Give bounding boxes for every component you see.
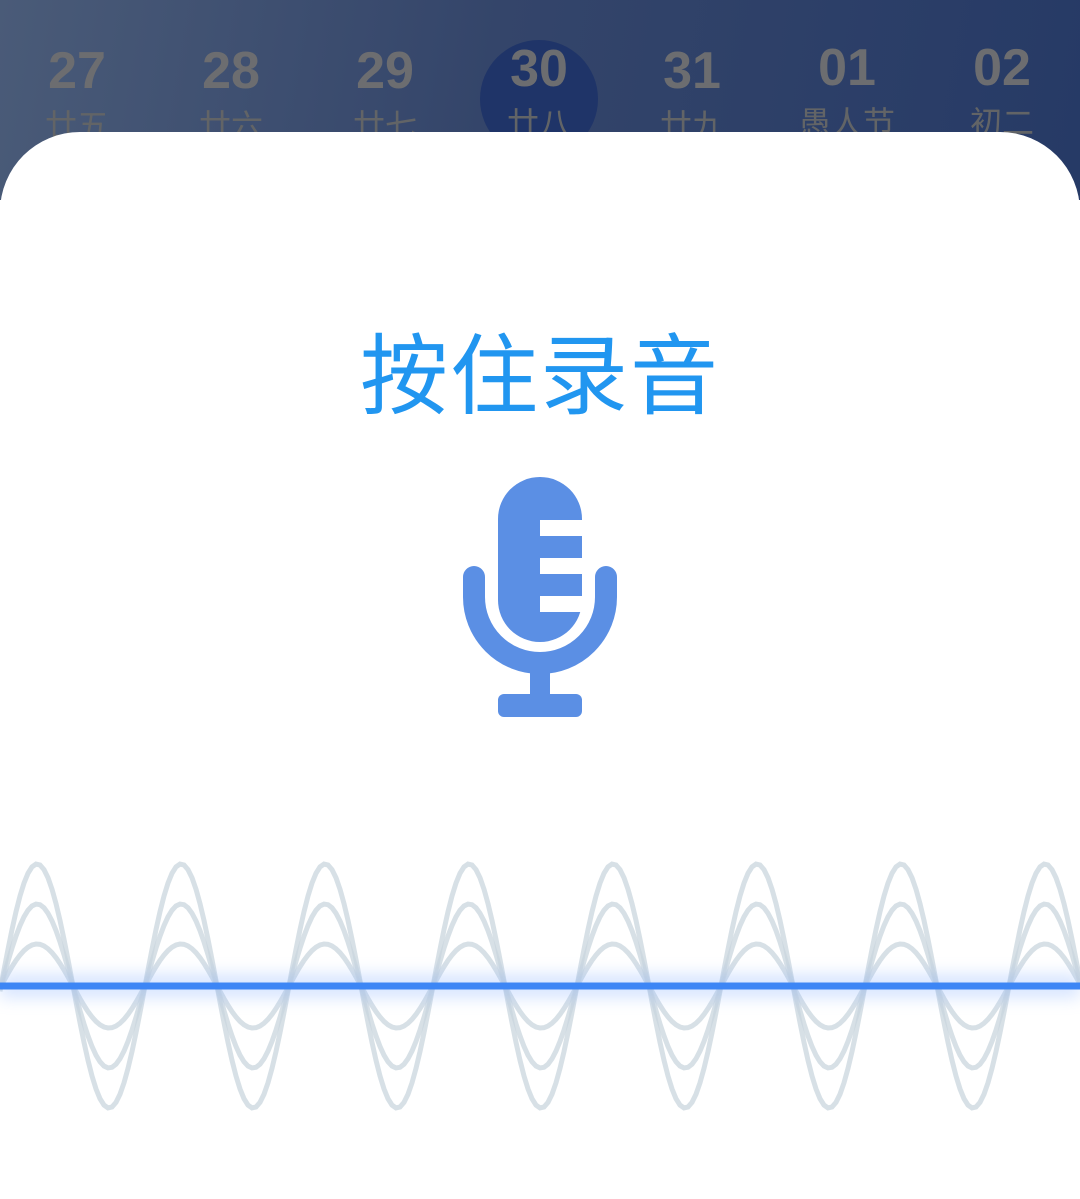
date-day: 02 [973, 39, 1031, 97]
date-strip[interactable]: 27 廿五 28 廿六 29 廿七 30 廿八 31 廿九 01 愚人节 02 … [0, 0, 1080, 158]
date-item[interactable]: 31 廿九 [622, 36, 762, 146]
waveform-graphic [0, 861, 1080, 1111]
date-item[interactable]: 29 廿七 [315, 36, 455, 146]
record-title: 按住录音 [359, 325, 720, 428]
date-item[interactable]: 27 廿五 [7, 36, 147, 146]
date-day: 31 [663, 42, 721, 100]
microphone-button[interactable] [462, 477, 618, 719]
date-item[interactable]: 28 廿六 [161, 36, 301, 146]
microphone-icon [463, 477, 617, 717]
date-day: 28 [202, 42, 260, 100]
date-day: 27 [48, 42, 106, 100]
voice-record-screen: 27 廿五 28 廿六 29 廿七 30 廿八 31 廿九 01 愚人节 02 … [0, 0, 1080, 1199]
date-day: 30 [510, 40, 568, 98]
date-day: 29 [356, 42, 414, 100]
record-bottom-sheet: 按住录音 [0, 132, 1080, 1199]
date-item[interactable]: 01 愚人节 [777, 33, 917, 143]
date-item[interactable]: 02 初二 [932, 33, 1072, 143]
date-day: 01 [818, 39, 876, 97]
voice-waveform [0, 822, 1080, 1122]
